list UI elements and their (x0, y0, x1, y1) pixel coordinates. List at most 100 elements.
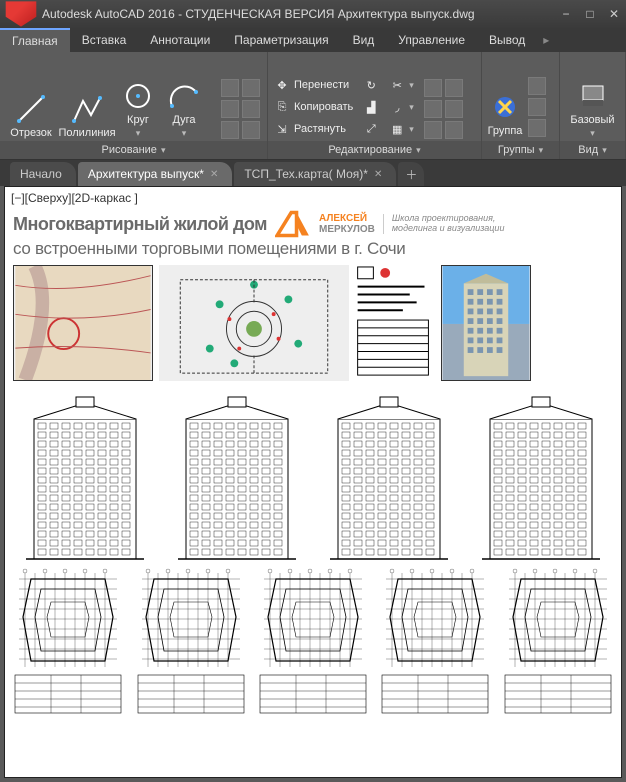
polyline-button[interactable]: Полилиния (62, 93, 112, 139)
array-button[interactable]: ▦▾ (389, 119, 414, 139)
group-icon (489, 91, 521, 123)
stretch-icon: ⇲ (274, 121, 290, 137)
line-button[interactable]: Отрезок (6, 93, 56, 139)
app-logo[interactable] (4, 0, 38, 28)
elevation-2 (168, 393, 306, 563)
group-label: Группа (488, 125, 523, 137)
arc-label: Дуга (172, 114, 195, 126)
project-title: Многоквартирный жилой дом (13, 214, 267, 235)
render-image (441, 265, 531, 381)
close-icon[interactable]: ✕ (374, 169, 382, 180)
point-button[interactable] (242, 121, 260, 139)
tab-home[interactable]: Главная (0, 28, 70, 52)
scale-button[interactable]: ⤢ (363, 119, 379, 139)
draw-small-tools (221, 79, 260, 139)
edit-tool-6[interactable] (445, 121, 463, 139)
close-button[interactable]: ✕ (602, 4, 626, 24)
trim-icon: ✂ (389, 77, 405, 93)
legend-block (355, 265, 435, 381)
fillet-button[interactable]: ◞▾ (389, 97, 414, 117)
edit-tool-5[interactable] (424, 121, 442, 139)
maximize-button[interactable]: □ (578, 4, 602, 24)
polyline-icon (71, 93, 103, 125)
drawing-canvas[interactable]: [−][Сверху][2D-каркас ] Многоквартирный … (4, 186, 622, 778)
elevation-1 (16, 393, 154, 563)
tab-view[interactable]: Вид (341, 28, 387, 52)
tool-button[interactable] (242, 79, 260, 97)
situation-map (13, 265, 153, 381)
trim-button[interactable]: ✂▾ (389, 75, 414, 95)
project-subtitle: со встроенными торговыми помещениями в г… (5, 239, 621, 263)
floor-plan-4 (378, 567, 492, 717)
maps-row (5, 263, 621, 383)
edit-tool-4[interactable] (445, 100, 463, 118)
group-tool-3[interactable] (528, 119, 546, 137)
panel-draw: Отрезок Полилиния Круг ▾ Дуга ▾ (0, 52, 268, 159)
fillet-icon: ◞ (389, 99, 405, 115)
ribbon-tabs: Главная Вставка Аннотации Параметризация… (0, 28, 626, 52)
arc-button[interactable]: Дуга ▾ (164, 80, 204, 139)
tab-annotate[interactable]: Аннотации (138, 28, 222, 52)
floor-plan-5 (501, 567, 615, 717)
tab-insert[interactable]: Вставка (70, 28, 139, 52)
copy-icon: ⎘ (274, 99, 290, 115)
edit-tool-1[interactable] (424, 79, 442, 97)
stretch-button[interactable]: ⇲Растянуть (274, 119, 353, 139)
circle-icon (122, 80, 154, 112)
chevron-down-icon: ▾ (590, 128, 595, 139)
doc-tab-start[interactable]: Начало (10, 162, 76, 186)
group-tool-1[interactable] (528, 77, 546, 95)
hatch-button[interactable] (242, 100, 260, 118)
minimize-button[interactable]: − (554, 4, 578, 24)
panel-groups-title[interactable]: Группы▾ (482, 141, 559, 159)
circle-label: Круг (127, 114, 149, 126)
baseview-label: Базовый (570, 114, 614, 126)
close-icon[interactable]: ✕ (210, 169, 218, 180)
panel-view-title[interactable]: Вид▾ (560, 141, 625, 159)
brand-logo-icon (275, 209, 311, 239)
floor-plan-3 (256, 567, 370, 717)
doc-tab-arch[interactable]: Архитектура выпуск*✕ (78, 162, 233, 186)
brand-tagline: Школа проектирования, моделинга и визуал… (383, 214, 505, 234)
panel-view: Базовый ▾ Вид▾ (560, 52, 626, 159)
titlebar: Autodesk AutoCAD 2016 - СТУДЕНЧЕСКАЯ ВЕР… (0, 0, 626, 28)
ellipse-button[interactable] (221, 100, 239, 118)
scale-icon: ⤢ (363, 121, 379, 137)
move-button[interactable]: ✥Перенести (274, 75, 353, 95)
doc-tab-add[interactable]: ＋ (398, 162, 424, 186)
rotate-button[interactable]: ↻ (363, 75, 379, 95)
group-tool-2[interactable] (528, 98, 546, 116)
site-plan (159, 265, 349, 381)
document-tabs: Начало Архитектура выпуск*✕ ТСП_Тех.карт… (0, 160, 626, 186)
edit-tool-3[interactable] (424, 100, 442, 118)
panel-edit-title[interactable]: Редактирование▾ (268, 141, 481, 159)
line-label: Отрезок (10, 127, 51, 139)
panel-groups: Группа Группы▾ (482, 52, 560, 159)
rotate-icon: ↻ (363, 77, 379, 93)
line-icon (15, 93, 47, 125)
view-label[interactable]: [−][Сверху][2D-каркас ] (11, 191, 615, 205)
spline-button[interactable] (221, 121, 239, 139)
tab-expand[interactable]: ▸ (537, 28, 555, 52)
floor-plan-2 (134, 567, 248, 717)
tab-output[interactable]: Вывод (477, 28, 537, 52)
tab-parametric[interactable]: Параметризация (222, 28, 340, 52)
copy-button[interactable]: ⎘Копировать (274, 97, 353, 117)
plans-row (5, 563, 621, 723)
edit-tool-2[interactable] (445, 79, 463, 97)
panel-draw-title[interactable]: Рисование▾ (0, 141, 267, 159)
mirror-button[interactable]: ▟ (363, 97, 379, 117)
circle-button[interactable]: Круг ▾ (118, 80, 158, 139)
arc-icon (168, 80, 200, 112)
rect-button[interactable] (221, 79, 239, 97)
elevations-row (5, 383, 621, 563)
doc-tab-tsp[interactable]: ТСП_Тех.карта( Моя)*✕ (234, 162, 396, 186)
window-title: Autodesk AutoCAD 2016 - СТУДЕНЧЕСКАЯ ВЕР… (42, 7, 554, 21)
baseview-button[interactable]: Базовый ▾ (568, 80, 618, 139)
move-icon: ✥ (274, 77, 290, 93)
elevation-3 (320, 393, 458, 563)
tab-manage[interactable]: Управление (386, 28, 477, 52)
group-button[interactable]: Группа (484, 91, 526, 137)
baseview-icon (577, 80, 609, 112)
array-icon: ▦ (389, 121, 405, 137)
